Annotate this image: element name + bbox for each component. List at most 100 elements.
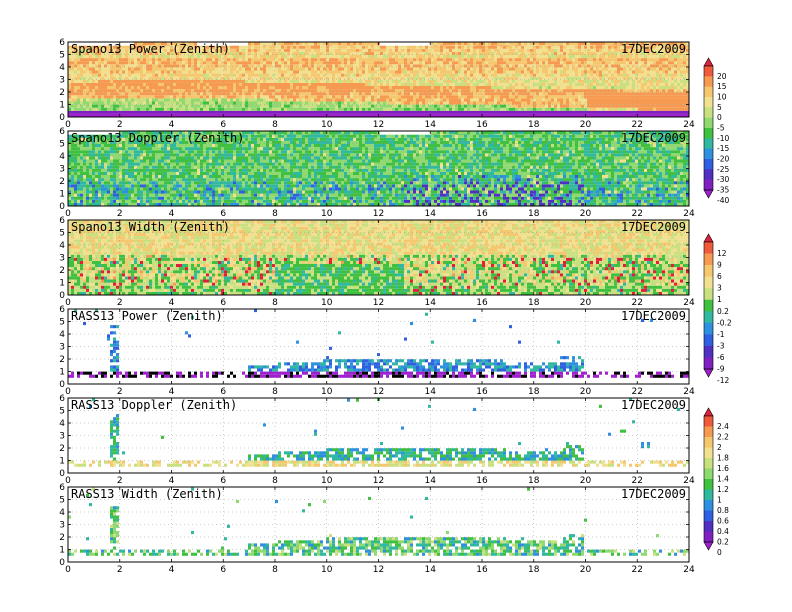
- cell: [236, 55, 239, 59]
- cell: [539, 73, 542, 77]
- cell: [227, 107, 230, 111]
- cell: [245, 61, 248, 65]
- cell: [494, 48, 497, 52]
- cell: [248, 48, 251, 52]
- cell: [428, 73, 431, 77]
- cell: [500, 101, 503, 105]
- cell: [266, 101, 269, 105]
- cell: [326, 104, 329, 108]
- cell: [650, 58, 653, 62]
- cell: [371, 107, 374, 111]
- cell: [551, 45, 554, 49]
- cell: [245, 104, 248, 108]
- cell: [233, 110, 236, 114]
- cell: [197, 86, 200, 90]
- cell: [395, 86, 398, 90]
- cell: [473, 104, 476, 108]
- cell: [488, 45, 491, 49]
- cell: [194, 86, 197, 90]
- cell: [407, 104, 410, 108]
- cell: [527, 92, 530, 96]
- cell: [398, 98, 401, 102]
- cell: [71, 58, 74, 62]
- cell: [302, 67, 305, 71]
- cell: [578, 104, 581, 108]
- cell: [545, 95, 548, 99]
- cell: [293, 101, 296, 105]
- cell: [185, 73, 188, 77]
- cell: [245, 95, 248, 99]
- cell: [89, 86, 92, 90]
- cell: [272, 61, 275, 65]
- cell: [167, 98, 170, 102]
- cell: [485, 73, 488, 77]
- cell: [518, 61, 521, 65]
- cell: [344, 70, 347, 74]
- cell: [269, 110, 272, 114]
- cell: [80, 79, 83, 83]
- cell: [131, 92, 134, 96]
- cell: [143, 79, 146, 83]
- cell: [188, 107, 191, 111]
- cell: [272, 104, 275, 108]
- cell: [218, 89, 221, 93]
- cell: [545, 86, 548, 90]
- cell: [191, 61, 194, 65]
- cell: [329, 61, 332, 65]
- cell: [212, 73, 215, 77]
- cell: [86, 98, 89, 102]
- cell: [434, 58, 437, 62]
- cell: [446, 110, 449, 114]
- cell: [215, 70, 218, 74]
- cell: [641, 89, 644, 93]
- cell: [482, 82, 485, 86]
- cell: [431, 107, 434, 111]
- cell: [353, 70, 356, 74]
- cell: [176, 70, 179, 74]
- cell: [437, 82, 440, 86]
- cell: [341, 79, 344, 83]
- cell: [383, 92, 386, 96]
- cell: [572, 86, 575, 90]
- cell: [629, 76, 632, 80]
- cell: [389, 92, 392, 96]
- cell: [251, 82, 254, 86]
- cell: [74, 86, 77, 90]
- cell: [629, 70, 632, 74]
- cell: [230, 55, 233, 59]
- cell: [425, 101, 428, 105]
- cell: [299, 61, 302, 65]
- cell: [233, 89, 236, 93]
- cell: [575, 70, 578, 74]
- cell: [617, 79, 620, 83]
- cell: [206, 101, 209, 105]
- cell: [437, 51, 440, 55]
- cell: [602, 107, 605, 111]
- cell: [458, 92, 461, 96]
- cell: [413, 73, 416, 77]
- cell: [317, 45, 320, 49]
- cell: [347, 70, 350, 74]
- cell: [362, 101, 365, 105]
- cell: [518, 55, 521, 59]
- cell: [632, 107, 635, 111]
- cell: [422, 95, 425, 99]
- cell: [155, 79, 158, 83]
- cell: [137, 58, 140, 62]
- cell: [587, 61, 590, 65]
- cell: [389, 101, 392, 105]
- cell: [473, 86, 476, 90]
- cell: [98, 107, 101, 111]
- cell: [164, 58, 167, 62]
- cell: [458, 58, 461, 62]
- cell: [185, 79, 188, 83]
- cell: [428, 61, 431, 65]
- cell: [164, 67, 167, 71]
- cell: [656, 95, 659, 99]
- cell: [98, 70, 101, 74]
- cell: [413, 82, 416, 86]
- cell: [188, 70, 191, 74]
- cell: [548, 45, 551, 49]
- cell: [389, 110, 392, 114]
- cell: [338, 82, 341, 86]
